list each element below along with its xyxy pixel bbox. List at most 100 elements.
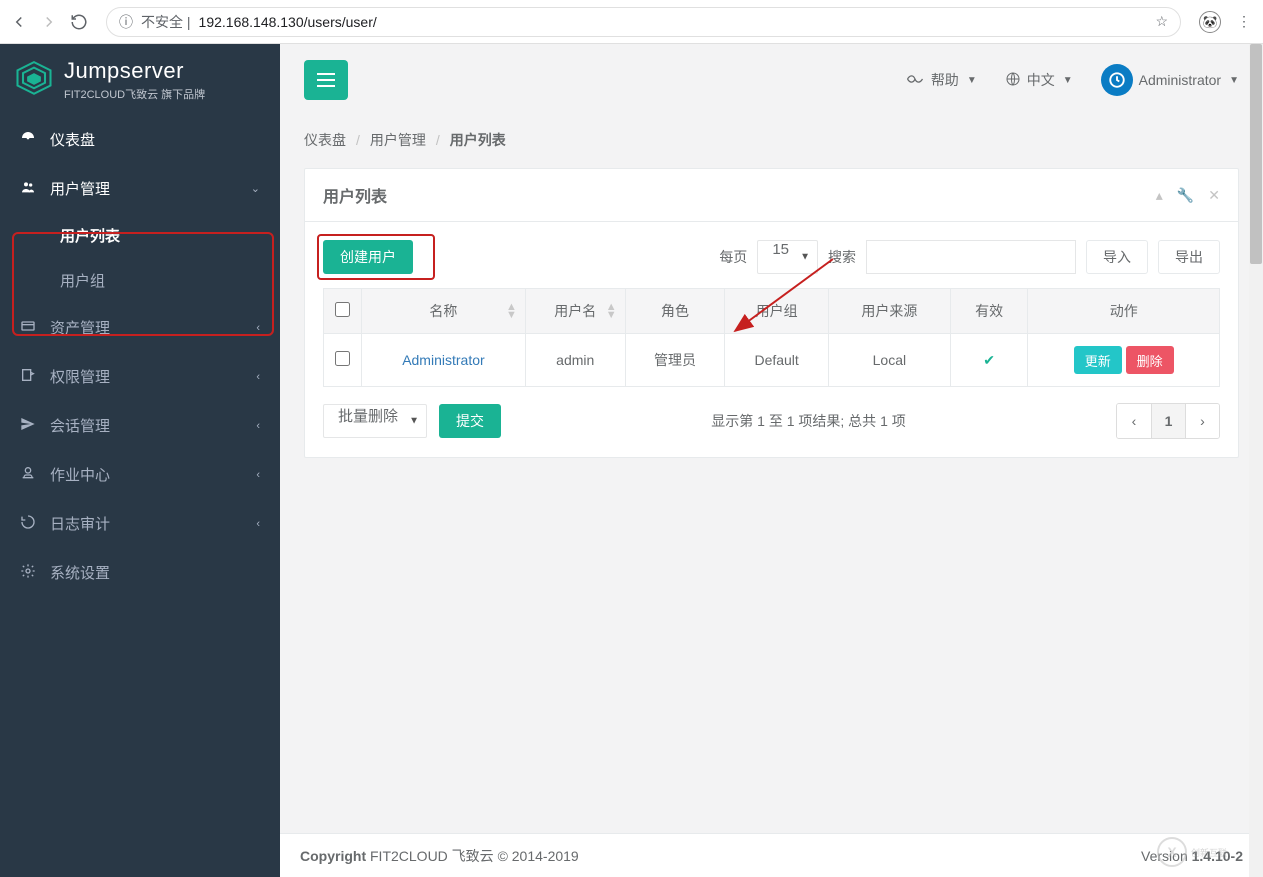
- info-icon: ⓘ: [119, 12, 133, 32]
- page-number[interactable]: 1: [1151, 404, 1185, 438]
- sidebar-item-users[interactable]: 用户管理 ⌄: [0, 164, 280, 213]
- star-icon[interactable]: ☆: [1155, 13, 1168, 30]
- col-role: 角色: [625, 289, 725, 334]
- batch-submit-button[interactable]: 提交: [439, 404, 501, 438]
- assets-icon: [20, 318, 36, 338]
- page-next[interactable]: ›: [1185, 404, 1219, 438]
- user-name-link[interactable]: Administrator: [402, 352, 484, 368]
- th-label: 用户来源: [861, 303, 917, 319]
- sidebar-item-dashboard[interactable]: 仪表盘: [0, 115, 280, 164]
- user-label: Administrator: [1139, 72, 1221, 88]
- col-group: 用户组: [725, 289, 829, 334]
- search-label: 搜索: [828, 247, 856, 267]
- audits-icon: [20, 514, 36, 534]
- gear-icon: [20, 563, 36, 583]
- update-button[interactable]: 更新: [1074, 346, 1122, 374]
- help-label: 帮助: [931, 70, 959, 90]
- sidebar-item-perms[interactable]: 权限管理 ‹: [0, 352, 280, 401]
- forward-icon[interactable]: [40, 13, 58, 31]
- sidebar-item-sessions[interactable]: 会话管理 ‹: [0, 401, 280, 450]
- select-all-checkbox[interactable]: [335, 302, 350, 317]
- sidebar-label: 用户组: [60, 273, 105, 290]
- toggle-sidebar-button[interactable]: [304, 60, 348, 100]
- chevron-left-icon: ‹: [256, 420, 260, 432]
- chevron-left-icon: ‹: [256, 371, 260, 383]
- row-checkbox[interactable]: [335, 351, 350, 366]
- check-icon: ✔: [983, 352, 995, 368]
- copyright-label: Copyright: [300, 848, 366, 864]
- col-username[interactable]: 用户名▲▼: [525, 289, 625, 334]
- pagination: ‹ 1 ›: [1116, 403, 1220, 439]
- sidebar-label: 仪表盘: [50, 129, 95, 150]
- brand-sub: FIT2CLOUD飞致云 旗下品牌: [64, 86, 205, 102]
- button-label: 创建用户: [340, 247, 396, 267]
- caret-down-icon: ▼: [1063, 75, 1073, 86]
- menu-dots-icon[interactable]: ⋮: [1235, 13, 1253, 31]
- language-menu[interactable]: 中文 ▼: [1005, 70, 1073, 90]
- sidebar-label: 作业中心: [50, 464, 110, 485]
- sidebar-label: 用户列表: [60, 228, 120, 245]
- import-button[interactable]: 导入: [1086, 240, 1148, 274]
- th-label: 名称: [429, 303, 457, 319]
- logo: Jumpserver FIT2CLOUD飞致云 旗下品牌: [0, 44, 280, 115]
- watermark-text: 创新互联: [1191, 846, 1227, 859]
- jobs-icon: [20, 465, 36, 485]
- sidebar-item-assets[interactable]: 资产管理 ‹: [0, 303, 280, 352]
- user-menu[interactable]: Administrator ▼: [1101, 64, 1239, 96]
- chevron-left-icon: ‹: [256, 469, 260, 481]
- sidebar-nav: 仪表盘 用户管理 ⌄ 用户列表 用户组 资产管理 ‹ 权限: [0, 115, 280, 597]
- sidebar-label: 资产管理: [50, 317, 110, 338]
- dashboard-icon: [20, 130, 36, 150]
- button-label: 提交: [456, 411, 484, 431]
- avatar: [1101, 64, 1133, 96]
- hamburger-icon: [317, 73, 335, 87]
- sidebar-label: 权限管理: [50, 366, 110, 387]
- sidebar-label: 系统设置: [50, 562, 110, 583]
- copyright-text: FIT2CLOUD 飞致云 © 2014-2019: [366, 848, 579, 864]
- sidebar-label: 日志审计: [50, 513, 110, 534]
- cell-group: Default: [725, 334, 829, 387]
- cell-username: admin: [525, 334, 625, 387]
- th-label: 动作: [1110, 303, 1138, 319]
- delete-button[interactable]: 删除: [1126, 346, 1174, 374]
- sidebar-item-user-list[interactable]: 用户列表: [0, 213, 280, 258]
- col-source: 用户来源: [828, 289, 950, 334]
- scrollbar[interactable]: [1249, 44, 1263, 877]
- cell-source: Local: [828, 334, 950, 387]
- sidebar-item-jobs[interactable]: 作业中心 ‹: [0, 450, 280, 499]
- chevron-down-icon: ⌄: [251, 182, 260, 195]
- breadcrumb-current: 用户列表: [450, 130, 506, 150]
- close-icon[interactable]: ✕: [1208, 187, 1220, 204]
- browser-toolbar: ⓘ 不安全 | 192.168.148.130/users/user/ ☆ 🐼 …: [0, 0, 1263, 44]
- help-icon: [905, 72, 925, 89]
- col-name[interactable]: 名称▲▼: [362, 289, 526, 334]
- th-label: 用户名: [554, 303, 596, 319]
- per-page-select[interactable]: 15 ▼: [757, 240, 818, 274]
- sidebar-item-audits[interactable]: 日志审计 ‹: [0, 499, 280, 548]
- button-label: 导出: [1175, 247, 1203, 267]
- url-bar[interactable]: ⓘ 不安全 | 192.168.148.130/users/user/ ☆: [106, 7, 1181, 37]
- page-prev[interactable]: ‹: [1117, 404, 1151, 438]
- back-icon[interactable]: [10, 13, 28, 31]
- search-input[interactable]: [866, 240, 1076, 274]
- brand-name: Jumpserver: [64, 58, 205, 84]
- users-icon: [20, 179, 36, 199]
- cell-role: 管理员: [625, 334, 725, 387]
- help-menu[interactable]: 帮助 ▼: [905, 70, 977, 90]
- breadcrumb-item[interactable]: 用户管理: [370, 130, 426, 150]
- batch-action-select[interactable]: 批量删除 ▼: [323, 404, 427, 438]
- select-value: 15: [757, 240, 818, 274]
- collapse-icon[interactable]: ▴: [1156, 187, 1163, 204]
- reload-icon[interactable]: [70, 13, 88, 31]
- create-user-button[interactable]: 创建用户: [323, 240, 413, 274]
- wrench-icon[interactable]: 🔧: [1177, 187, 1194, 204]
- sidebar-label: 用户管理: [50, 178, 110, 199]
- sidebar-item-settings[interactable]: 系统设置: [0, 548, 280, 597]
- breadcrumb-item[interactable]: 仪表盘: [304, 130, 346, 150]
- url-insecure: 不安全 |: [141, 12, 191, 32]
- sidebar-label: 会话管理: [50, 415, 110, 436]
- scrollbar-thumb[interactable]: [1250, 44, 1262, 264]
- sidebar-item-user-group[interactable]: 用户组: [0, 258, 280, 303]
- extension-icon[interactable]: 🐼: [1199, 11, 1221, 33]
- export-button[interactable]: 导出: [1158, 240, 1220, 274]
